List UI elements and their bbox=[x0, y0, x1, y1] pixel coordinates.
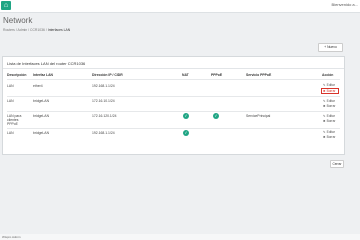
new-button-label: Nuevo bbox=[327, 45, 337, 49]
row-service: ServicePrincipal bbox=[246, 114, 271, 118]
divider bbox=[7, 128, 340, 129]
nat-check-icon: ✓ bbox=[183, 113, 189, 119]
page-title: Network bbox=[3, 16, 33, 25]
row-interface: bridgeLAN bbox=[33, 99, 50, 103]
row-ip: 192.168.1.1/24 bbox=[92, 131, 115, 135]
row-ip: 172.16.120.1/24 bbox=[92, 114, 117, 118]
delete-button[interactable]: ✖ Borrar bbox=[323, 135, 335, 139]
breadcrumb-separator: / bbox=[45, 28, 47, 32]
row-interface: ether4 bbox=[33, 84, 43, 88]
breadcrumb-separator: / bbox=[28, 28, 30, 32]
row-description: LAN bbox=[7, 84, 14, 88]
column-header-nat: NAT bbox=[182, 73, 189, 77]
interfaces-panel: Lista de Interfaces LAN del router CCR10… bbox=[2, 56, 345, 155]
edit-button[interactable]: ✎ Editar bbox=[323, 83, 335, 87]
row-description: LAN bbox=[7, 99, 14, 103]
row-description: LAN bbox=[7, 131, 14, 135]
breadcrumb-item[interactable]: Routers bbox=[3, 28, 15, 32]
row-description: LAN para clientes PPPoE bbox=[7, 114, 22, 126]
column-header-ip: Dirección IP / CIDR bbox=[92, 73, 123, 77]
row-interface: bridgeLAN bbox=[33, 131, 50, 135]
breadcrumb-item[interactable]: Admin bbox=[18, 28, 28, 32]
edit-button[interactable]: ✎ Editar bbox=[323, 130, 335, 134]
row-ip: 192.168.1.1/24 bbox=[92, 84, 115, 88]
column-header-pppoe: PPPoE bbox=[211, 73, 223, 77]
divider bbox=[7, 96, 340, 97]
column-header-actions: Acción bbox=[322, 73, 334, 77]
divider bbox=[3, 68, 344, 69]
panel-title: Lista de Interfaces LAN del router CCR10… bbox=[7, 61, 86, 66]
divider bbox=[7, 79, 340, 80]
column-header-service: Servicio PPPoE bbox=[246, 73, 272, 77]
close-button[interactable]: Cerrar bbox=[330, 160, 344, 168]
home-icon[interactable]: ⌂ bbox=[1, 1, 11, 10]
status-text: Wispro Admin bbox=[2, 235, 21, 239]
row-interface: bridgeLAN bbox=[33, 114, 50, 118]
pppoe-check-icon: ✓ bbox=[213, 113, 219, 119]
new-interface-button[interactable]: + Nuevo bbox=[318, 43, 343, 52]
edit-button[interactable]: ✎ Editar bbox=[323, 114, 335, 118]
edit-button[interactable]: ✎ Editar bbox=[323, 99, 335, 103]
top-bar: ⌂ Bienvenido a... bbox=[0, 0, 360, 13]
row-ip: 172.16.10.1/24 bbox=[92, 99, 115, 103]
breadcrumb-item[interactable]: CCR1036 bbox=[30, 28, 45, 32]
status-bar: Wispro Admin bbox=[0, 234, 360, 240]
delete-button[interactable]: ✖ Borrar bbox=[323, 104, 335, 108]
delete-button[interactable]: ✖ Borrar bbox=[323, 119, 335, 123]
user-menu[interactable]: Bienvenido a... bbox=[332, 2, 358, 7]
breadcrumb-current: Interfaces LAN bbox=[47, 28, 71, 32]
nat-check-icon: ✓ bbox=[183, 130, 189, 136]
divider bbox=[7, 111, 340, 112]
column-header-description: Descripción bbox=[7, 73, 27, 77]
delete-button[interactable]: ✖ Borrar bbox=[323, 89, 335, 93]
breadcrumb: Routers / Admin / CCR1036 / Interfaces L… bbox=[3, 28, 70, 32]
column-header-interface: Interfaz LAN bbox=[33, 73, 53, 77]
